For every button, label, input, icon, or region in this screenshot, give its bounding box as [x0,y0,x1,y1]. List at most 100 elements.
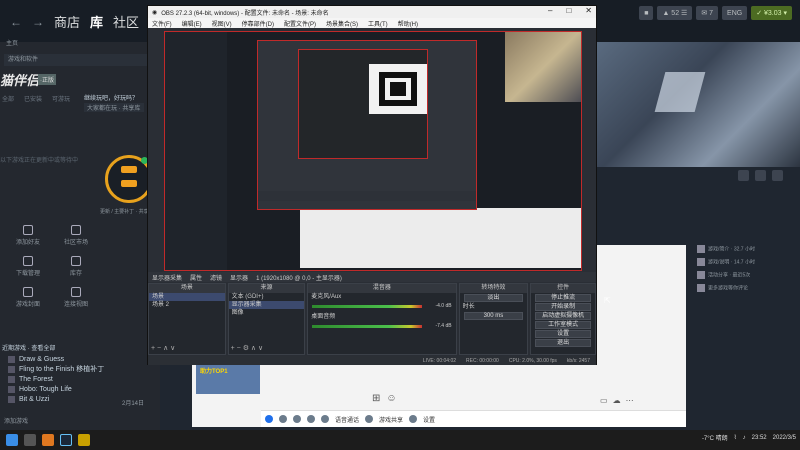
app-taskbar-icon[interactable] [42,434,54,446]
volume-tray-icon[interactable]: ♪ [743,435,746,441]
recent-games-header[interactable]: 近期游戏 · 查看全部 [2,343,55,352]
clock-time[interactable]: 23:52 [752,435,767,441]
volume-icon[interactable] [279,415,287,423]
action-link-view[interactable]: 连接视图 [56,287,96,308]
source-item[interactable]: 文本 (GDI+) [229,293,305,301]
action-downloads[interactable]: 下载管理 [8,256,48,277]
hero-actions [738,170,783,181]
obs-taskbar-icon[interactable] [24,434,36,446]
start-recording-button[interactable]: 开始录制 [535,303,591,311]
recent-game[interactable]: Bit & Uzzi [8,395,104,403]
chat-tool-settings[interactable]: 设置 [423,415,435,424]
close-icon[interactable]: ✕ [585,6,592,15]
feed-item[interactable]: 游戏/说明 · 14.7 小时 [697,258,755,266]
dock-controls[interactable]: + − ∧ ∨ [151,344,175,352]
menu-file[interactable]: 文件(F) [152,19,172,28]
gear-icon[interactable] [409,415,418,423]
clock-date[interactable]: 2022/3/5 [773,435,796,441]
feed-item[interactable]: 游戏/简介 · 32.7 小时 [697,245,755,253]
recent-game[interactable]: The Forest [8,375,104,383]
weather-text[interactable]: -7°C 晴朗 [702,433,728,442]
recent-game[interactable]: Draw & Guess [8,355,104,363]
voice-icon[interactable] [321,415,329,423]
menu-help[interactable]: 帮助(H) [398,19,418,28]
display-select[interactable]: 1 (1920x1080 @ 0,0 - 主显示器) [256,273,342,282]
nav-store[interactable]: 商店 [54,12,80,31]
action-inventory[interactable]: 库存 [56,256,96,277]
network-icon[interactable]: ⌇ [734,434,737,441]
nav-community[interactable]: 社区 [113,12,139,31]
cloud-icon[interactable]: ☁ [613,396,621,405]
virtual-camera-button[interactable]: 启动虚拟摄像机 [535,312,591,320]
menu-docks[interactable]: 停靠部件(D) [242,19,274,28]
action-covers[interactable]: 游戏封面 [8,287,48,308]
activity-tag[interactable] [121,166,137,173]
more-icon[interactable]: ⋯ [626,396,634,405]
headset-icon[interactable] [307,415,315,423]
back-icon[interactable]: ← [10,15,22,29]
game-taskbar-icon[interactable] [78,434,90,446]
music-thumbnail[interactable]: 助力TOP1 [196,364,260,394]
dock-title: 场景 [149,284,225,293]
audio-meter[interactable]: -7.4 dB [312,323,452,331]
action-label: 连接视图 [63,302,88,308]
library-filter-select[interactable]: 游戏和软件 [4,54,154,66]
filters-button[interactable]: 滤镜 [210,273,222,282]
dock-controls[interactable]: + − ⚙ ∧ ∨ [231,344,263,352]
forward-icon[interactable]: → [32,15,44,29]
menu-profile[interactable]: 配置文件(P) [284,19,316,28]
menu-view[interactable]: 视图(V) [212,19,232,28]
action-market[interactable]: 社区市场 [56,225,96,246]
continue-play-field[interactable]: 大家都在玩 · 共享库 [84,103,144,112]
action-add-friend[interactable]: 添加好友 [8,225,48,246]
filter-playable[interactable]: 可游玩 [52,94,70,103]
recent-game[interactable]: Hobo: Tough Life [8,385,104,393]
discover-icon[interactable] [265,415,273,423]
recent-game[interactable]: Fling to the Finish 移植补丁 [8,365,104,373]
home-link[interactable]: 主页 [6,38,18,47]
steam-taskbar-icon[interactable] [60,434,72,446]
chat-tool-share[interactable]: 游戏共享 [379,415,403,424]
filter-all[interactable]: 全部 [2,94,14,103]
scene-item[interactable]: 场景 [149,293,225,301]
chat-tool-voice-call[interactable]: 语音通话 [335,415,359,424]
messages-button[interactable]: ✉ 7 [696,6,719,20]
menu-tools[interactable]: 工具(T) [368,19,388,28]
nav-library[interactable]: 库 [90,12,103,31]
source-item[interactable]: 图像 [229,309,305,317]
transition-duration-input[interactable]: 300 ms [463,312,524,320]
minimize-icon[interactable]: – [548,6,552,15]
screen-icon[interactable]: ▭ [600,396,608,405]
notifications-button[interactable]: ▲ 52 ☰ [657,6,693,20]
obs-titlebar[interactable]: ◉ OBS 27.2.3 (64-bit, windows) - 配置文件: 未… [148,6,596,18]
exit-button[interactable]: 退出 [535,339,591,347]
settings-button[interactable]: 设置 [535,330,591,338]
filter-installed[interactable]: 已安装 [24,94,42,103]
properties-button[interactable]: 属性 [190,273,202,282]
mic-icon[interactable] [293,415,301,423]
studio-mode-button[interactable]: 工作室模式 [535,321,591,329]
menu-scene-collection[interactable]: 场景集合(S) [326,19,358,28]
star-icon[interactable] [772,170,783,181]
language-button[interactable]: ENG [722,6,748,20]
transition-select[interactable]: 淡出 [463,294,524,302]
music-icon[interactable] [365,415,374,423]
add-game-button[interactable]: 添加游戏 [4,416,28,425]
maximize-icon[interactable]: □ [566,6,571,15]
gamepad-icon[interactable]: ⊞ [372,393,380,404]
settings-icon[interactable] [738,170,749,181]
feed-item[interactable]: 活动分享 · 最近5次 [697,271,755,279]
obs-preview[interactable] [164,31,582,271]
emoji-icon[interactable]: ☺ [386,393,396,404]
activity-tag[interactable] [121,180,137,187]
wallet-button[interactable]: ✓ ¥3.03 ▾ [751,6,792,20]
info-icon[interactable] [755,170,766,181]
scene-item[interactable]: 场景 2 [149,301,225,309]
stop-streaming-button[interactable]: 停止推流 [535,294,591,302]
source-item[interactable]: 显示器采集 [228,301,305,309]
windows-start-icon[interactable] [6,434,18,446]
feed-item[interactable]: 更多游戏等你评论 [697,284,755,292]
broadcast-button[interactable]: ■ [639,6,654,20]
menu-edit[interactable]: 编辑(E) [182,19,202,28]
audio-meter[interactable]: -4.0 dB [312,303,452,311]
